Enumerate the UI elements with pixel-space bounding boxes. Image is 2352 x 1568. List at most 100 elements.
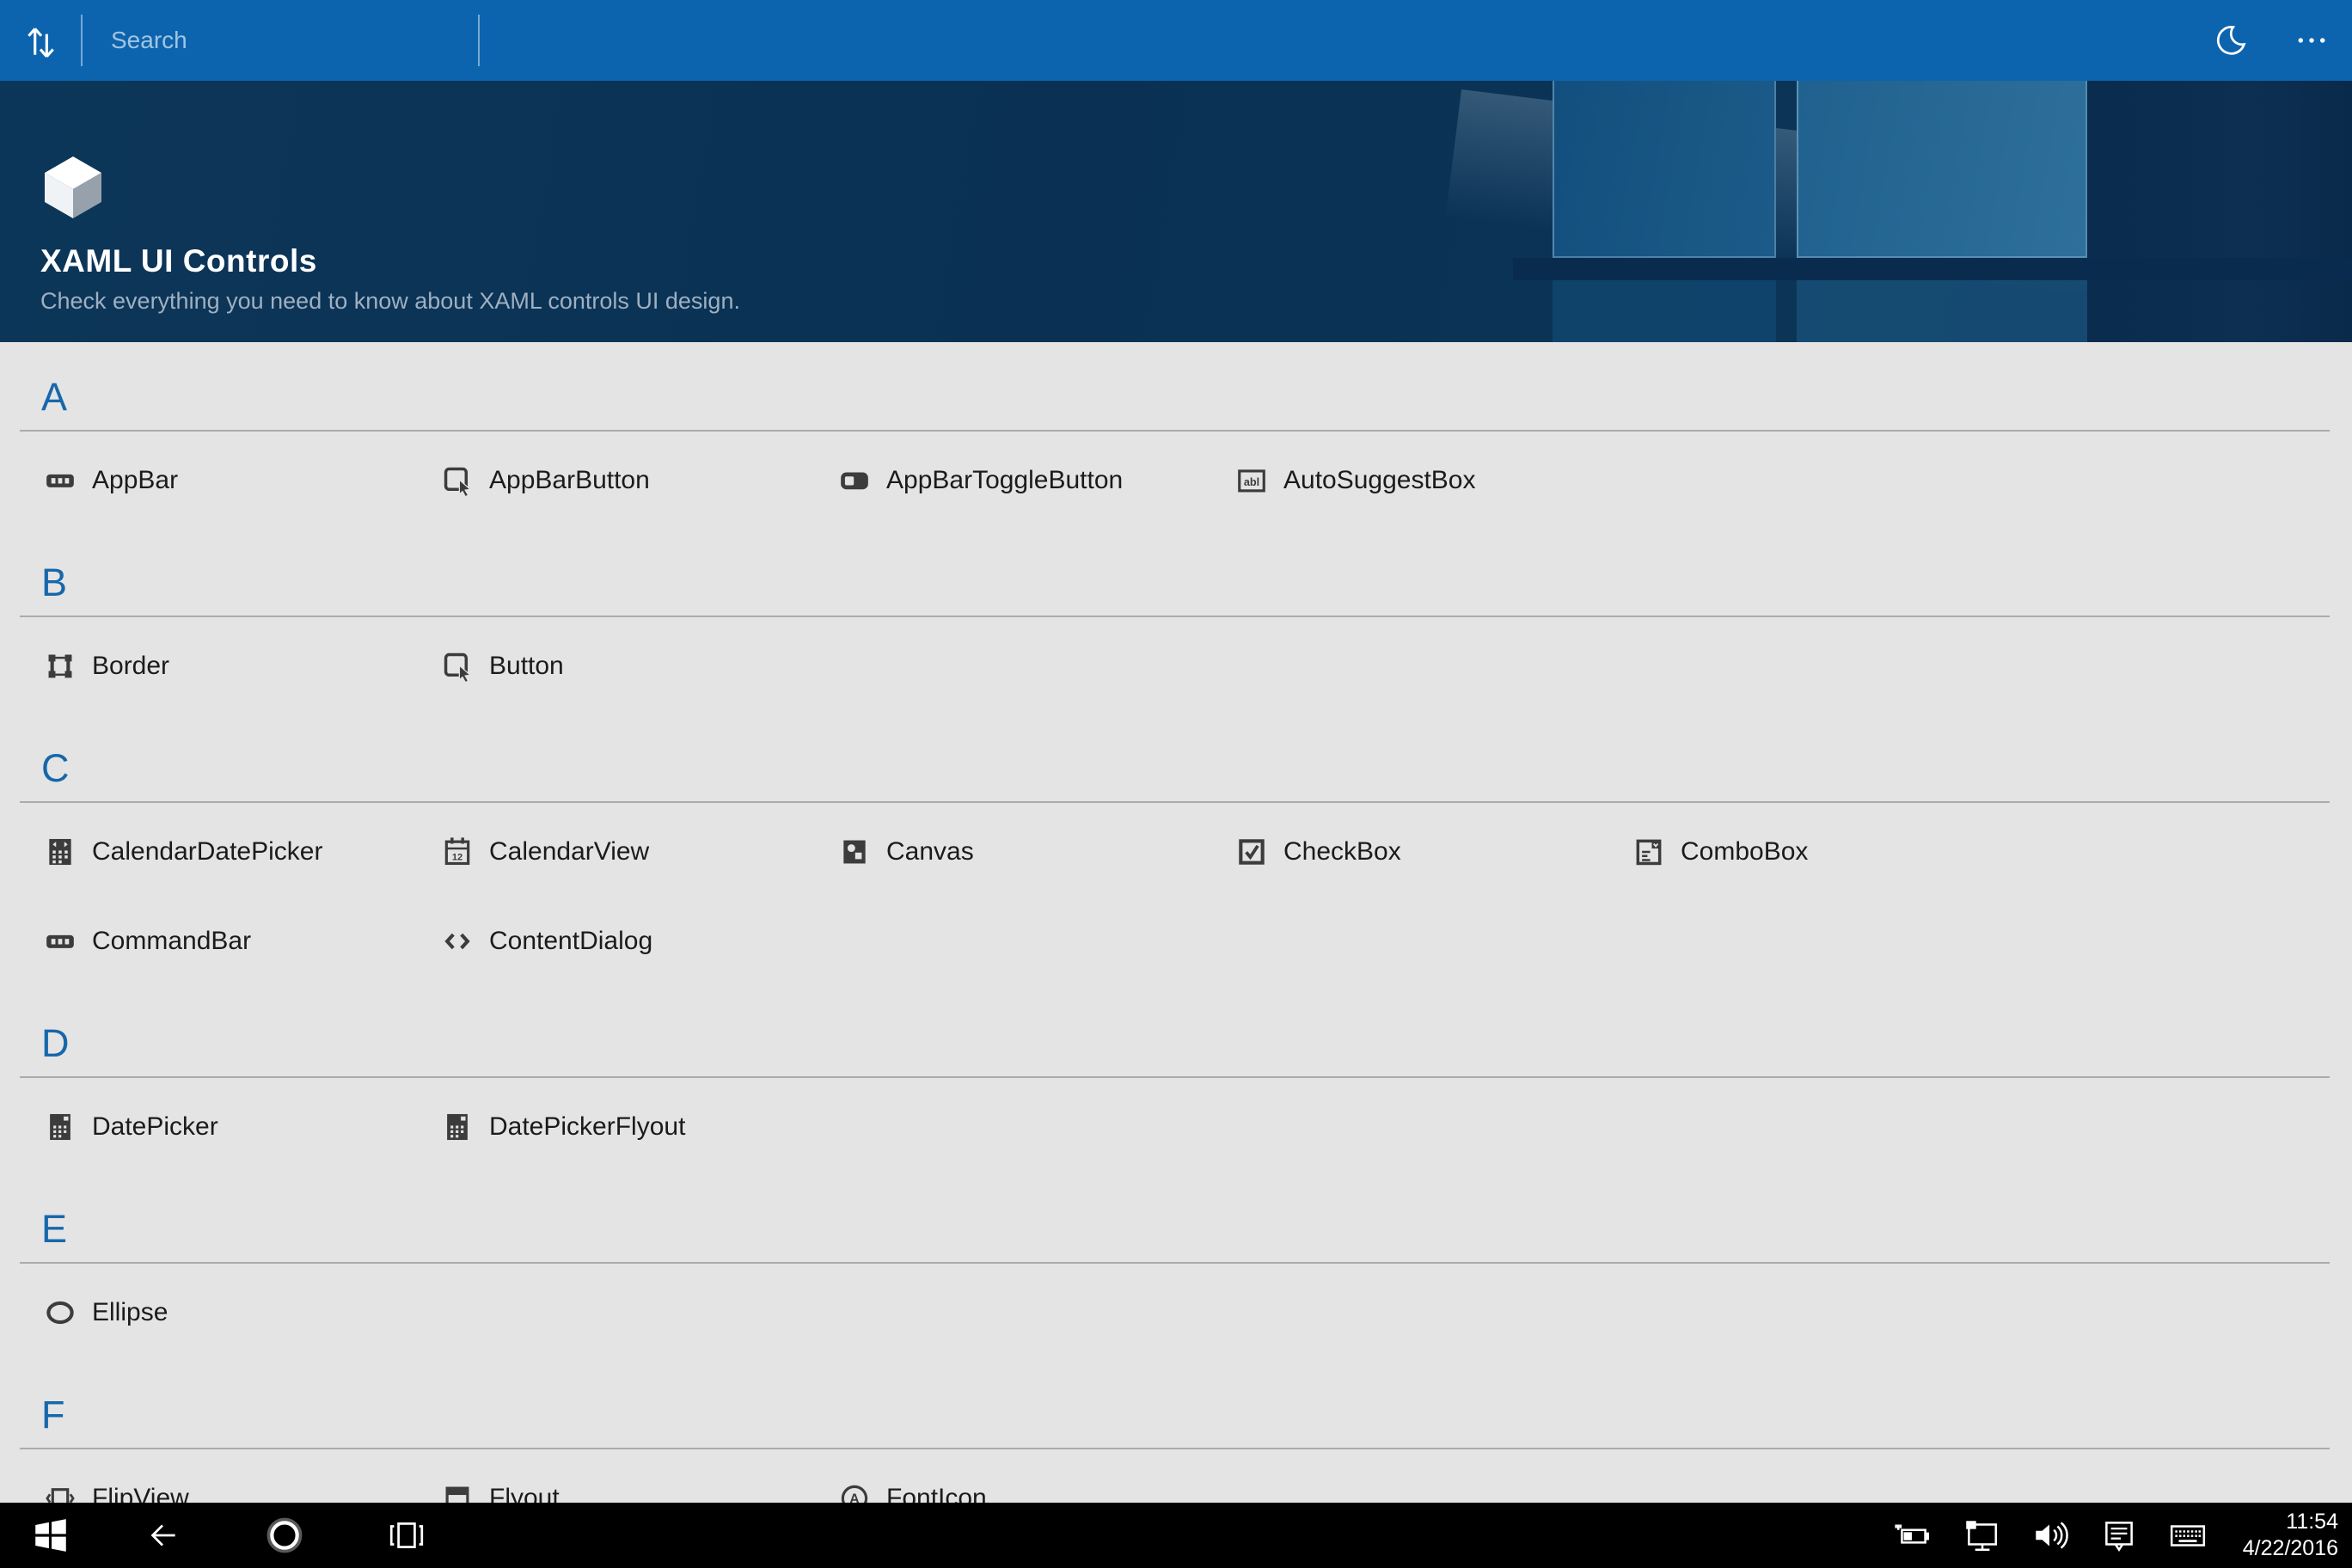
- windows-taskbar: 11:54 4/22/2016: [0, 1503, 2352, 1568]
- section-d: D DatePicker DatePickerFlyout: [0, 989, 2352, 1174]
- wallpaper-sill: [1513, 258, 2352, 280]
- list-item-datepicker[interactable]: DatePicker: [44, 1082, 441, 1172]
- item-label: ContentDialog: [489, 927, 652, 956]
- section-letter[interactable]: C: [41, 741, 2352, 796]
- hexagon-logo: [40, 156, 106, 218]
- list-item-calendarview[interactable]: CalendarView: [441, 807, 838, 897]
- list-item-calendardatepicker[interactable]: CalendarDatePicker: [44, 807, 441, 897]
- moon-icon: [2214, 23, 2248, 58]
- section-letter[interactable]: A: [41, 370, 2352, 425]
- task-view-icon: [387, 1516, 426, 1555]
- list-item-appbar[interactable]: AppBar: [44, 436, 441, 525]
- datepickerflyout-icon: [441, 1111, 474, 1143]
- contentdialog-icon: [441, 925, 474, 958]
- back-button[interactable]: [101, 1503, 224, 1568]
- button-icon: [441, 650, 474, 683]
- windows-start-icon: [31, 1516, 70, 1555]
- start-button[interactable]: [0, 1503, 101, 1568]
- list-item-autosuggestbox[interactable]: AutoSuggestBox: [1235, 436, 1632, 525]
- clock-date: 4/22/2016: [2243, 1535, 2338, 1562]
- battery-icon[interactable]: [1893, 1516, 1932, 1555]
- section-divider: [20, 801, 2330, 803]
- action-center-icon[interactable]: [2099, 1516, 2139, 1555]
- list-item-ellipse[interactable]: Ellipse: [44, 1268, 441, 1357]
- more-button[interactable]: [2271, 0, 2352, 81]
- section-b: B Border Button: [0, 528, 2352, 714]
- keyboard-icon[interactable]: [2168, 1516, 2208, 1555]
- wallpaper-window-pane: [1797, 81, 2087, 258]
- appbarbutton-icon: [441, 464, 474, 497]
- section-divider: [20, 1076, 2330, 1078]
- list-item-commandbar[interactable]: CommandBar: [44, 897, 441, 986]
- app-top-bar: Search: [0, 0, 2352, 81]
- item-label: DatePicker: [92, 1112, 218, 1142]
- back-arrow-icon: [143, 1516, 182, 1555]
- topbar-divider: [478, 15, 480, 66]
- list-item-button[interactable]: Button: [441, 622, 838, 711]
- ellipse-icon: [44, 1296, 77, 1329]
- item-label: CalendarDatePicker: [92, 837, 322, 867]
- network-icon[interactable]: [1962, 1516, 2001, 1555]
- sort-button[interactable]: [0, 0, 81, 81]
- cortana-icon: [265, 1516, 304, 1555]
- calendardatepicker-icon: [44, 836, 77, 868]
- item-label: ComboBox: [1681, 837, 1808, 867]
- section-letter[interactable]: E: [41, 1202, 2352, 1257]
- section-e: E Ellipse: [0, 1174, 2352, 1360]
- commandbar-icon: [44, 925, 77, 958]
- border-icon: [44, 650, 77, 683]
- list-item-border[interactable]: Border: [44, 622, 441, 711]
- item-label: AppBarToggleButton: [886, 466, 1123, 495]
- search-input[interactable]: Search: [83, 0, 478, 81]
- list-item-contentdialog[interactable]: ContentDialog: [441, 897, 838, 986]
- canvas-icon: [838, 836, 871, 868]
- hero-banner: XAML UI Controls Check everything you ne…: [0, 81, 2352, 342]
- theme-toggle-button[interactable]: [2190, 0, 2271, 81]
- cortana-button[interactable]: [224, 1503, 346, 1568]
- section-divider: [20, 616, 2330, 617]
- datepicker-icon: [44, 1111, 77, 1143]
- appbar-icon: [44, 464, 77, 497]
- list-item-appbartogglebutton[interactable]: AppBarToggleButton: [838, 436, 1235, 525]
- sort-arrows-icon: [21, 21, 60, 60]
- combobox-icon: [1632, 836, 1665, 868]
- volume-icon[interactable]: [2030, 1516, 2070, 1555]
- calendarview-icon: [441, 836, 474, 868]
- list-item-combobox[interactable]: ComboBox: [1632, 807, 2030, 897]
- section-c: C CalendarDatePicker CalendarView Canvas…: [0, 714, 2352, 989]
- clock-time: 11:54: [2286, 1509, 2338, 1535]
- list-item-datepickerflyout[interactable]: DatePickerFlyout: [441, 1082, 838, 1172]
- ellipsis-icon: [2294, 23, 2329, 58]
- wallpaper-window-pane: [1553, 81, 1776, 258]
- search-placeholder: Search: [111, 27, 187, 54]
- wallpaper-dark-column: [2087, 81, 2352, 342]
- item-label: DatePickerFlyout: [489, 1112, 685, 1142]
- item-label: AppBar: [92, 466, 178, 495]
- page-title: XAML UI Controls: [40, 243, 740, 279]
- item-label: CommandBar: [92, 927, 251, 956]
- taskbar-clock[interactable]: 11:54 4/22/2016: [2237, 1509, 2338, 1562]
- item-label: Button: [489, 652, 564, 681]
- task-view-button[interactable]: [346, 1503, 468, 1568]
- item-label: Border: [92, 652, 169, 681]
- controls-list: A AppBar AppBarButton AppBarToggleButton…: [0, 342, 2352, 1568]
- item-label: AppBarButton: [489, 466, 650, 495]
- section-letter[interactable]: F: [41, 1387, 2352, 1442]
- system-tray: 11:54 4/22/2016: [1893, 1509, 2352, 1562]
- wallpaper-reflection: [1797, 280, 2087, 342]
- list-item-checkbox[interactable]: CheckBox: [1235, 807, 1632, 897]
- appbartogglebutton-icon: [838, 464, 871, 497]
- section-a: A AppBar AppBarButton AppBarToggleButton…: [0, 342, 2352, 528]
- section-divider: [20, 430, 2330, 432]
- list-item-canvas[interactable]: Canvas: [838, 807, 1235, 897]
- item-label: Ellipse: [92, 1298, 168, 1327]
- section-divider: [20, 1448, 2330, 1449]
- item-label: AutoSuggestBox: [1283, 466, 1476, 495]
- section-letter[interactable]: B: [41, 555, 2352, 610]
- section-divider: [20, 1262, 2330, 1264]
- page-subtitle: Check everything you need to know about …: [40, 288, 740, 315]
- checkbox-icon: [1235, 836, 1268, 868]
- item-label: CalendarView: [489, 837, 649, 867]
- section-letter[interactable]: D: [41, 1016, 2352, 1071]
- list-item-appbarbutton[interactable]: AppBarButton: [441, 436, 838, 525]
